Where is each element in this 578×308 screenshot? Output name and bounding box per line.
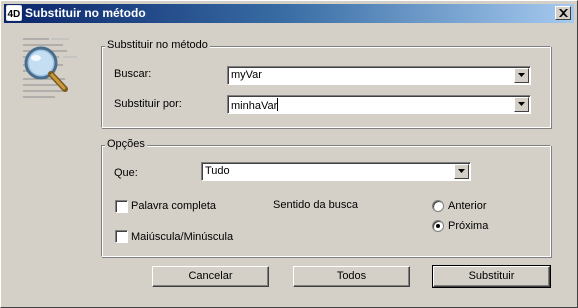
direction-next-radio[interactable] xyxy=(432,220,444,232)
radio-selected-dot xyxy=(436,224,440,228)
scope-value: Tudo xyxy=(205,165,230,177)
svg-text:4D: 4D xyxy=(8,9,21,20)
chevron-down-icon xyxy=(518,102,525,106)
direction-previous-radio[interactable] xyxy=(432,200,444,212)
direction-label: Sentido da busca xyxy=(273,199,359,211)
chevron-down-icon xyxy=(458,169,465,173)
scope-select[interactable]: Tudo xyxy=(201,162,471,181)
close-icon xyxy=(559,9,568,17)
all-button[interactable]: Todos xyxy=(293,266,410,287)
replace-dialog: 4D Substituir no método Substituir no mé… xyxy=(0,0,578,308)
replace-input-wrap[interactable]: minhaVar xyxy=(231,98,279,112)
match-case-label[interactable]: Maiúscula/Minúscula xyxy=(131,231,233,243)
magnifier-document-illustration xyxy=(19,31,91,111)
replace-group: Substituir no método Buscar: myVar Subst… xyxy=(101,38,551,128)
replace-group-legend: Substituir no método xyxy=(105,39,210,51)
scope-label: Que: xyxy=(114,167,138,179)
match-case-checkbox[interactable] xyxy=(115,230,128,243)
find-dropdown-button[interactable] xyxy=(514,68,529,83)
find-input[interactable]: myVar xyxy=(231,69,262,81)
find-combobox[interactable]: myVar xyxy=(227,66,531,85)
options-group: Opções Que: Tudo Palavra completa Sentid… xyxy=(101,137,551,257)
window-title: Substituir no método xyxy=(25,6,146,20)
chevron-down-icon xyxy=(518,73,525,77)
scope-dropdown-button[interactable] xyxy=(454,164,469,179)
direction-previous-label[interactable]: Anterior xyxy=(448,200,487,212)
text-cursor xyxy=(277,98,279,111)
replace-button[interactable]: Substituir xyxy=(432,265,551,288)
direction-next-label[interactable]: Próxima xyxy=(448,220,488,232)
whole-word-checkbox[interactable] xyxy=(115,200,128,213)
cancel-button[interactable]: Cancelar xyxy=(152,266,269,287)
replace-dropdown-button[interactable] xyxy=(514,97,529,112)
4d-app-icon: 4D xyxy=(6,5,22,21)
options-group-legend: Opções xyxy=(105,138,147,150)
title-bar[interactable]: 4D Substituir no método xyxy=(4,4,574,23)
whole-word-label[interactable]: Palavra completa xyxy=(131,200,216,212)
replace-combobox[interactable]: minhaVar xyxy=(227,95,531,114)
find-label: Buscar: xyxy=(114,68,152,80)
close-button[interactable] xyxy=(555,6,571,20)
replace-input[interactable]: minhaVar xyxy=(231,100,277,112)
replace-label: Substituir por: xyxy=(114,98,182,110)
